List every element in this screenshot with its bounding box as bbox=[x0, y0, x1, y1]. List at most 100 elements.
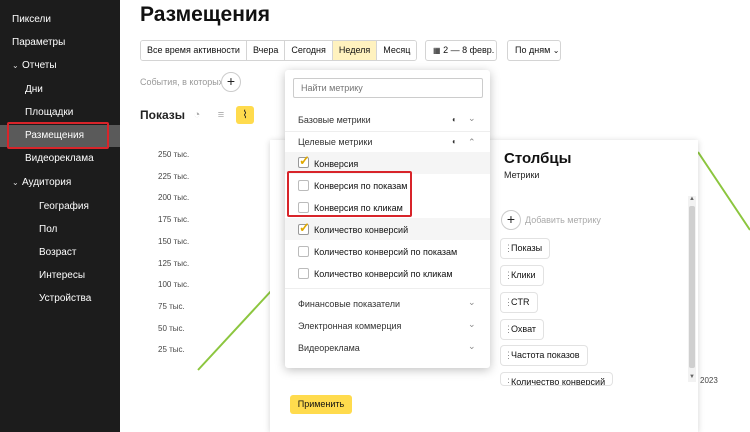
metric-chip-ctr[interactable]: CTR bbox=[501, 293, 537, 312]
sidebar-item-label: Параметры bbox=[12, 37, 66, 48]
table-view-icon[interactable]: ≡ bbox=[212, 106, 230, 124]
sidebar-item-platforms[interactable]: Площадки bbox=[0, 102, 120, 124]
group-financial[interactable]: Финансовые показатели bbox=[298, 299, 400, 309]
chevron-down-icon: ⌄ bbox=[552, 46, 560, 55]
divider bbox=[285, 288, 490, 289]
sidebar-item-reports[interactable]: ⌄ Отчеты bbox=[0, 55, 120, 77]
add-event-button[interactable]: + bbox=[221, 72, 241, 92]
events-label: События, в которых bbox=[140, 77, 224, 87]
scroll-down-icon[interactable]: ▼ bbox=[689, 374, 695, 380]
metric-label: Конверсия bbox=[314, 159, 359, 169]
scroll-up-icon[interactable]: ▲ bbox=[689, 196, 695, 202]
period-tab-today[interactable]: Сегодня bbox=[285, 41, 333, 60]
sidebar-item-days[interactable]: Дни bbox=[0, 79, 120, 101]
page-title: Размещения bbox=[140, 3, 271, 26]
columns-panel-subtitle: Метрики bbox=[504, 170, 540, 180]
sidebar-item-label: Дни bbox=[25, 84, 43, 95]
metric-chip-label: CTR bbox=[511, 297, 530, 307]
group-basic-metrics[interactable]: Базовые метрики bbox=[298, 115, 371, 125]
metric-label: Количество конверсий по кликам bbox=[314, 269, 453, 279]
checkbox-conversions-count-clicks[interactable] bbox=[298, 268, 309, 279]
sidebar-item-audience[interactable]: ⌄ Аудитория bbox=[0, 172, 120, 194]
sidebar-item-label: Пиксели bbox=[12, 14, 51, 25]
period-tab-week[interactable]: Неделя bbox=[332, 41, 378, 60]
date-range-button[interactable]: ▦ 2 — 8 февр. bbox=[425, 40, 497, 61]
columns-scroll-thumb[interactable] bbox=[689, 206, 695, 368]
metric-chip-label: Охват bbox=[511, 324, 537, 334]
divider bbox=[285, 131, 490, 132]
checkbox-conversions-count[interactable] bbox=[298, 220, 310, 236]
chevron-down-icon: ⌄ bbox=[12, 178, 19, 187]
chart-view-icon[interactable]: ⌇ bbox=[236, 106, 254, 124]
sidebar-item-label: Возраст bbox=[39, 247, 77, 258]
sidebar-item-label: Площадки bbox=[25, 107, 74, 118]
group-video-ads[interactable]: Видеореклама bbox=[298, 343, 360, 353]
checkbox-conversion-clicks[interactable] bbox=[298, 202, 309, 213]
sidebar-item-label: Устройства bbox=[39, 293, 92, 304]
sidebar-item-pixels[interactable]: Пиксели bbox=[0, 9, 120, 31]
sidebar-item-age[interactable]: Возраст bbox=[0, 242, 120, 264]
metric-chip-reach[interactable]: Охват bbox=[501, 320, 544, 339]
chevron-down-icon[interactable]: ⌄ bbox=[468, 319, 476, 330]
add-metric-label[interactable]: Добавить метрику bbox=[525, 215, 601, 225]
metric-chip-label: Частота показов bbox=[511, 350, 580, 360]
plus-icon: + bbox=[506, 211, 516, 227]
period-tabs: Все время активности Вчера Сегодня Недел… bbox=[140, 40, 418, 61]
apply-button[interactable]: Применить bbox=[290, 395, 352, 414]
metric-label: Конверсия по показам bbox=[314, 181, 408, 191]
sidebar-item-label: Аудитория bbox=[22, 177, 72, 188]
sidebar-item-label: Интересы bbox=[39, 270, 86, 281]
metric-chip-clicks[interactable]: Клики bbox=[501, 266, 543, 285]
metric-chip-label: Клики bbox=[511, 270, 536, 280]
checkbox-conversions-count-impressions[interactable] bbox=[298, 246, 309, 257]
period-tab-all-time[interactable]: Все время активности bbox=[141, 41, 247, 60]
metric-chip-frequency[interactable]: Частота показов bbox=[501, 346, 587, 365]
columns-panel-title: Столбцы bbox=[504, 150, 572, 167]
sidebar-item-parameters[interactable]: Параметры bbox=[0, 32, 120, 54]
sidebar-item-interests[interactable]: Интересы bbox=[0, 265, 120, 287]
series-line-left bbox=[197, 289, 273, 371]
chevron-down-icon[interactable]: ⌄ bbox=[468, 297, 476, 308]
sidebar-item-devices[interactable]: Устройства bbox=[0, 288, 120, 310]
sidebar-item-label: География bbox=[39, 201, 89, 212]
x-axis-year: 2023 bbox=[700, 376, 718, 385]
date-range-label: 2 — 8 февр. bbox=[443, 45, 495, 55]
sidebar-item-label: Отчеты bbox=[22, 60, 57, 71]
sidebar-item-geography[interactable]: География bbox=[0, 196, 120, 218]
sidebar-item-label: Пол bbox=[39, 224, 58, 235]
metric-chip-impressions[interactable]: Показы bbox=[501, 239, 550, 258]
half-circle-icon: ◐ bbox=[452, 137, 457, 146]
group-ecommerce[interactable]: Электронная коммерция bbox=[298, 321, 401, 331]
metric-search-input[interactable] bbox=[293, 78, 483, 98]
calendar-icon: ▦ bbox=[433, 46, 441, 55]
metric-chip-label: Показы bbox=[511, 243, 543, 253]
metric-chip-conversions[interactable]: Количество конверсий bbox=[501, 373, 613, 385]
plus-icon: + bbox=[226, 73, 236, 89]
checkbox-conversion-impressions[interactable] bbox=[298, 180, 309, 191]
sidebar-item-placements[interactable]: Размещения bbox=[0, 125, 120, 147]
chart-section-label: Показы bbox=[140, 108, 185, 122]
sidebar: Пиксели Параметры ⌄ Отчеты Дни Площадки Р… bbox=[0, 0, 120, 432]
sidebar-item-gender[interactable]: Пол bbox=[0, 219, 120, 241]
group-target-metrics[interactable]: Целевые метрики bbox=[298, 137, 372, 147]
sidebar-item-label: Размещения bbox=[25, 130, 85, 141]
metric-label: Количество конверсий bbox=[314, 225, 409, 235]
chevron-down-icon[interactable]: ⌄ bbox=[468, 113, 476, 124]
chevron-up-icon[interactable]: ⌃ bbox=[468, 137, 476, 148]
chevron-down-icon[interactable]: ⌄ bbox=[468, 341, 476, 352]
add-metric-button[interactable]: + bbox=[501, 210, 521, 230]
grouping-select[interactable]: По дням ⌄ bbox=[507, 40, 561, 61]
series-line-right bbox=[697, 151, 750, 231]
checkbox-conversion[interactable] bbox=[298, 153, 310, 169]
period-tab-yesterday[interactable]: Вчера bbox=[246, 41, 286, 60]
sidebar-item-label: Видеореклама bbox=[25, 153, 94, 164]
period-tab-month[interactable]: Месяц bbox=[377, 41, 417, 60]
sidebar-item-video-ads[interactable]: Видеореклама bbox=[0, 148, 120, 170]
metric-chip-label: Количество конверсий bbox=[511, 377, 606, 385]
chevron-down-icon: ⌄ bbox=[12, 61, 19, 70]
metric-label: Количество конверсий по показам bbox=[314, 247, 458, 257]
metric-label: Конверсия по кликам bbox=[314, 203, 403, 213]
half-circle-icon: ◐ bbox=[452, 115, 457, 124]
grouping-label: По дням bbox=[515, 45, 551, 55]
refresh-icon[interactable]: ◔ bbox=[188, 106, 206, 124]
